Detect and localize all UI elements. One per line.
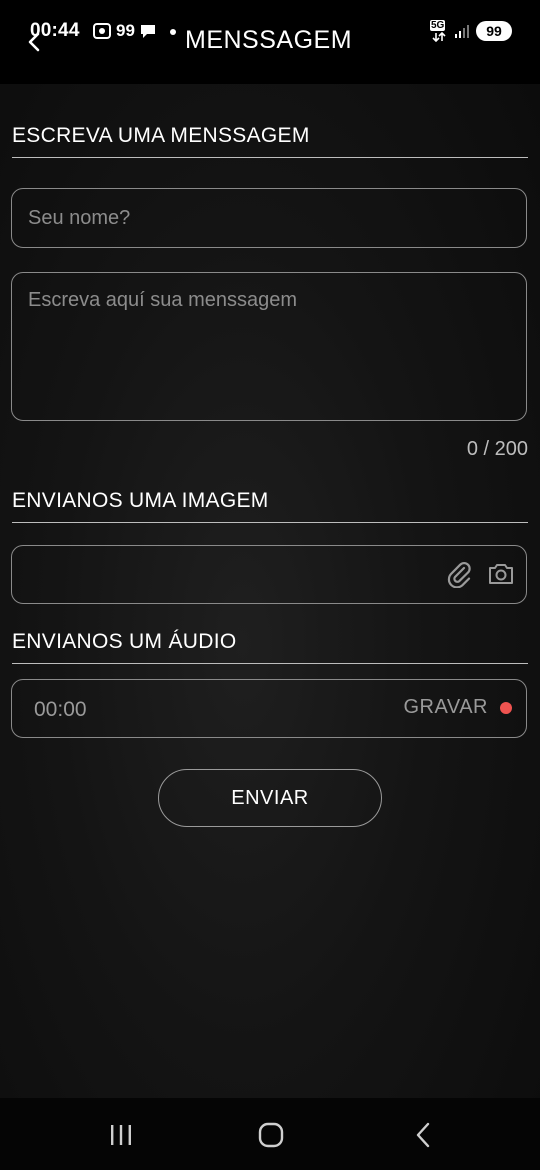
- signal-icon: [455, 25, 469, 38]
- status-notifications: 99: [92, 20, 157, 42]
- screenshot-icon: [93, 23, 111, 39]
- status-time: 00:44: [30, 20, 80, 41]
- audio-field: 00:00 GRAVAR: [11, 679, 527, 738]
- send-button[interactable]: ENVIAR: [158, 769, 382, 827]
- message-section-title: ESCREVA UMA MENSSAGEM: [12, 124, 528, 158]
- image-section-title: ENVIANOS UMA IMAGEM: [12, 489, 528, 523]
- status-indicators: 5G 99: [430, 20, 512, 42]
- message-screen: 00:44 99 MENSSAGEM 5G 99 ESCREVA UMA MEN…: [0, 0, 540, 1170]
- battery-indicator: 99: [476, 21, 512, 41]
- chat-bubble-icon: [140, 25, 155, 38]
- recent-apps-icon[interactable]: [106, 1120, 136, 1150]
- message-field[interactable]: [11, 272, 527, 421]
- audio-section-title: ENVIANOS UM ÁUDIO: [12, 630, 528, 664]
- name-field[interactable]: [11, 188, 527, 248]
- record-dot-icon: [500, 701, 512, 714]
- back-icon[interactable]: [408, 1120, 438, 1150]
- top-bar: 00:44 99 MENSSAGEM 5G 99: [0, 0, 540, 84]
- audio-timer: 00:00: [34, 698, 87, 721]
- image-field[interactable]: [11, 545, 527, 604]
- paperclip-icon[interactable]: [444, 559, 474, 589]
- system-nav-bar: [0, 1098, 540, 1170]
- char-counter: 0 / 200: [466, 438, 528, 460]
- record-label: GRAVAR: [403, 696, 488, 718]
- status-dot-icon: [170, 29, 176, 35]
- camera-icon[interactable]: [486, 559, 516, 589]
- name-input[interactable]: [12, 189, 526, 247]
- home-icon[interactable]: [256, 1120, 286, 1150]
- notification-count: 99: [116, 21, 135, 40]
- network-5g-icon: 5G: [430, 20, 448, 42]
- message-textarea[interactable]: [12, 273, 526, 420]
- page-title: MENSSAGEM: [185, 26, 353, 54]
- record-button[interactable]: GRAVAR: [403, 696, 512, 719]
